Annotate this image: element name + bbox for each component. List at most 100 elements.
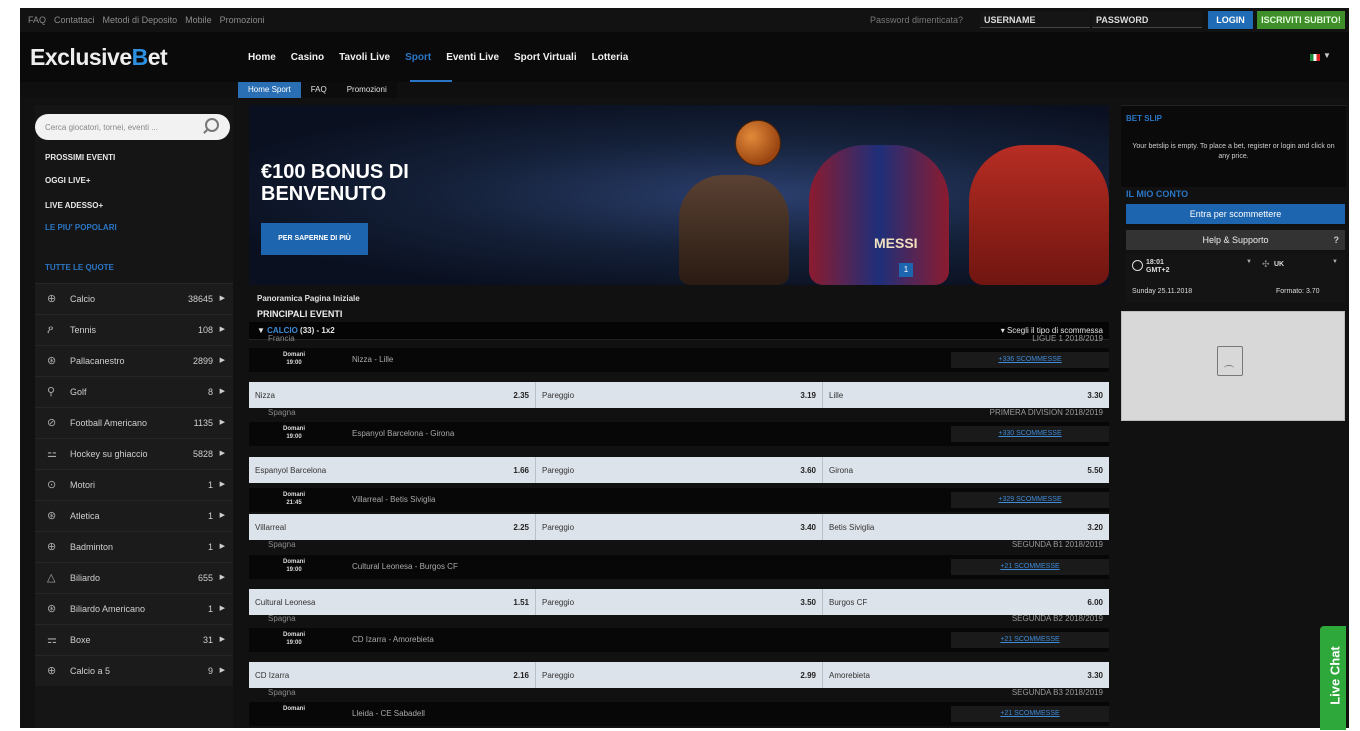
odds-draw[interactable]: Pareggio 2.99 xyxy=(536,662,823,688)
match-row[interactable]: Domani Lleida - CE Sabadell +21 SCOMMESSE xyxy=(249,702,1109,726)
top-link-contact[interactable]: Contattaci xyxy=(54,15,95,25)
chevron-right-icon[interactable]: ▶ xyxy=(220,325,225,333)
top-link-deposit[interactable]: Metodi di Deposito xyxy=(103,15,178,25)
odds-draw[interactable]: Pareggio 3.50 xyxy=(536,589,823,615)
match-name[interactable]: CD Izarra - Amorebieta xyxy=(352,635,434,644)
promo-banner[interactable]: MESSI €100 BONUS DI BENVENUTO PER SAPERN… xyxy=(249,105,1109,285)
username-field[interactable]: USERNAME xyxy=(980,12,1090,28)
more-bets-link[interactable]: +336 SCOMMESSE xyxy=(951,352,1109,368)
chevron-down-icon[interactable]: ▼ xyxy=(1323,51,1331,60)
signup-button[interactable]: ISCRIVITI SUBITO! xyxy=(1257,11,1345,29)
chevron-right-icon[interactable]: ▶ xyxy=(220,511,225,519)
top-link-mobile[interactable]: Mobile xyxy=(185,15,212,25)
subnav-faq[interactable]: FAQ xyxy=(300,82,337,98)
search-icon[interactable] xyxy=(205,118,219,132)
nav-casino[interactable]: Casino xyxy=(291,52,324,63)
chevron-right-icon[interactable]: ▶ xyxy=(220,480,225,488)
odds-away[interactable]: Betis Siviglia 3.20 xyxy=(823,514,1109,540)
more-bets-link[interactable]: +329 SCOMMESSE xyxy=(951,492,1109,508)
odds-home[interactable]: Cultural Leonesa 1.51 xyxy=(249,589,536,615)
quick-link-live-now[interactable]: LIVE ADESSO+ xyxy=(45,201,103,210)
chevron-right-icon[interactable]: ▶ xyxy=(220,418,225,426)
time-display[interactable]: 18:01 GMT+2 xyxy=(1146,259,1170,275)
more-bets-link[interactable]: +21 SCOMMESSE xyxy=(951,559,1109,575)
odds-label: Pareggio xyxy=(542,598,575,607)
top-link-faq[interactable]: FAQ xyxy=(28,15,46,25)
sport-item[interactable]: ⊛ Atletica 1 ▶ xyxy=(35,500,233,531)
forgot-password-link[interactable]: Password dimenticata? xyxy=(870,15,963,25)
nav-sport[interactable]: Sport xyxy=(405,52,431,63)
odds-away[interactable]: Burgos CF 6.00 xyxy=(823,589,1109,615)
chevron-right-icon[interactable]: ▶ xyxy=(220,604,225,612)
match-row[interactable]: Domani 19:00 Cultural Leonesa - Burgos CF… xyxy=(249,555,1109,579)
subnav-home-sport[interactable]: Home Sport xyxy=(238,82,301,98)
more-bets-link[interactable]: +21 SCOMMESSE xyxy=(951,706,1109,722)
odds-away[interactable]: Lille 3.30 xyxy=(823,382,1109,408)
odds-draw[interactable]: Pareggio 3.60 xyxy=(536,457,823,483)
chevron-down-icon[interactable]: ▼ xyxy=(1332,259,1338,265)
quick-link-today-live[interactable]: OGGI LIVE+ xyxy=(45,176,91,185)
sport-item[interactable]: ⊕ Badminton 1 ▶ xyxy=(35,531,233,562)
match-name[interactable]: Espanyol Barcelona - Girona xyxy=(352,429,454,438)
sport-item[interactable]: △ Biliardo 655 ▶ xyxy=(35,562,233,593)
search-input[interactable]: Cerca giocatori, tornei, eventi ... xyxy=(35,114,230,140)
odds-format[interactable]: Formato: 3.70 xyxy=(1276,288,1320,295)
help-support-button[interactable]: Help & Supporto ? xyxy=(1126,230,1345,250)
match-row[interactable]: Domani 19:00 CD Izarra - Amorebieta +21 SC… xyxy=(249,628,1109,652)
quick-link-upcoming[interactable]: PROSSIMI EVENTI xyxy=(45,153,115,162)
top-link-promotions[interactable]: Promozioni xyxy=(220,15,265,25)
match-name[interactable]: Nizza - Lille xyxy=(352,355,393,364)
chevron-down-icon[interactable]: ▼ xyxy=(1246,259,1252,265)
sport-item[interactable]: ⊛ Biliardo Americano 1 ▶ xyxy=(35,593,233,624)
password-field[interactable]: PASSWORD xyxy=(1092,12,1202,28)
chevron-right-icon[interactable]: ▶ xyxy=(220,294,225,302)
sport-item[interactable]: ⚎ Boxe 31 ▶ xyxy=(35,624,233,655)
sport-item[interactable]: ⊛ Pallacanestro 2899 ▶ xyxy=(35,345,233,376)
odds-home[interactable]: Espanyol Barcelona 1.66 xyxy=(249,457,536,483)
sport-item[interactable]: ⊙ Motori 1 ▶ xyxy=(35,469,233,500)
chevron-right-icon[interactable]: ▶ xyxy=(220,573,225,581)
sport-item[interactable]: ⚍ Hockey su ghiaccio 5828 ▶ xyxy=(35,438,233,469)
chevron-right-icon[interactable]: ▶ xyxy=(220,635,225,643)
learn-more-button[interactable]: PER SAPERNE DI PIÙ xyxy=(261,223,368,255)
odds-away[interactable]: Girona 5.50 xyxy=(823,457,1109,483)
odds-draw[interactable]: Pareggio 3.19 xyxy=(536,382,823,408)
chevron-right-icon[interactable]: ▶ xyxy=(220,356,225,364)
nav-lottery[interactable]: Lotteria xyxy=(592,52,629,63)
match-row[interactable]: Domani 19:00 Espanyol Barcelona - Girona +… xyxy=(249,422,1109,446)
login-to-bet-button[interactable]: Entra per scommettere xyxy=(1126,204,1345,224)
match-name[interactable]: Cultural Leonesa - Burgos CF xyxy=(352,562,458,571)
odds-home[interactable]: Villarreal 2.25 xyxy=(249,514,536,540)
live-chat-button[interactable]: Live Chat xyxy=(1320,626,1346,730)
odds-home[interactable]: Nizza 2.35 xyxy=(249,382,536,408)
chevron-right-icon[interactable]: ▶ xyxy=(220,449,225,457)
match-name[interactable]: Lleida - CE Sabadell xyxy=(352,709,425,718)
match-row[interactable]: Domani 19:00 Nizza - Lille +336 SCOMMESSE xyxy=(249,348,1109,372)
match-name[interactable]: Villarreal - Betis Siviglia xyxy=(352,495,435,504)
sport-item[interactable]: ⊕ Calcio 38645 ▶ xyxy=(35,283,233,314)
nav-live-tables[interactable]: Tavoli Live xyxy=(339,52,390,63)
sport-item[interactable]: ⊕ Calcio a 5 9 ▶ xyxy=(35,655,233,686)
sport-item[interactable]: ⊘ Football Americano 1135 ▶ xyxy=(35,407,233,438)
language-selector[interactable]: UK xyxy=(1274,261,1284,268)
italy-flag-icon[interactable] xyxy=(1310,54,1320,61)
chevron-right-icon[interactable]: ▶ xyxy=(220,542,225,550)
subnav-promotions[interactable]: Promozioni xyxy=(336,82,397,98)
more-bets-link[interactable]: +21 SCOMMESSE xyxy=(951,632,1109,648)
chevron-right-icon[interactable]: ▶ xyxy=(220,666,225,674)
banner-slide-indicator[interactable]: 1 xyxy=(899,263,913,277)
nav-virtual-sports[interactable]: Sport Virtuali xyxy=(514,52,577,63)
more-bets-link[interactable]: +330 SCOMMESSE xyxy=(951,426,1109,442)
match-row[interactable]: Domani 21:45 Villarreal - Betis Siviglia +… xyxy=(249,488,1109,512)
site-logo[interactable]: ExclusiveBet xyxy=(30,44,168,71)
odds-home[interactable]: CD Izarra 2.16 xyxy=(249,662,536,688)
odds-away[interactable]: Amorebieta 3.30 xyxy=(823,662,1109,688)
chevron-right-icon[interactable]: ▶ xyxy=(220,387,225,395)
nav-home[interactable]: Home xyxy=(248,52,276,63)
odds-draw[interactable]: Pareggio 3.40 xyxy=(536,514,823,540)
login-button[interactable]: LOGIN xyxy=(1208,11,1253,29)
sport-item[interactable]: ዖ Tennis 108 ▶ xyxy=(35,314,233,345)
sport-item[interactable]: ⚲ Golf 8 ▶ xyxy=(35,376,233,407)
quick-link-popular[interactable]: LE PIU' POPOLARI xyxy=(45,223,117,232)
nav-live-events[interactable]: Eventi Live xyxy=(446,52,499,63)
